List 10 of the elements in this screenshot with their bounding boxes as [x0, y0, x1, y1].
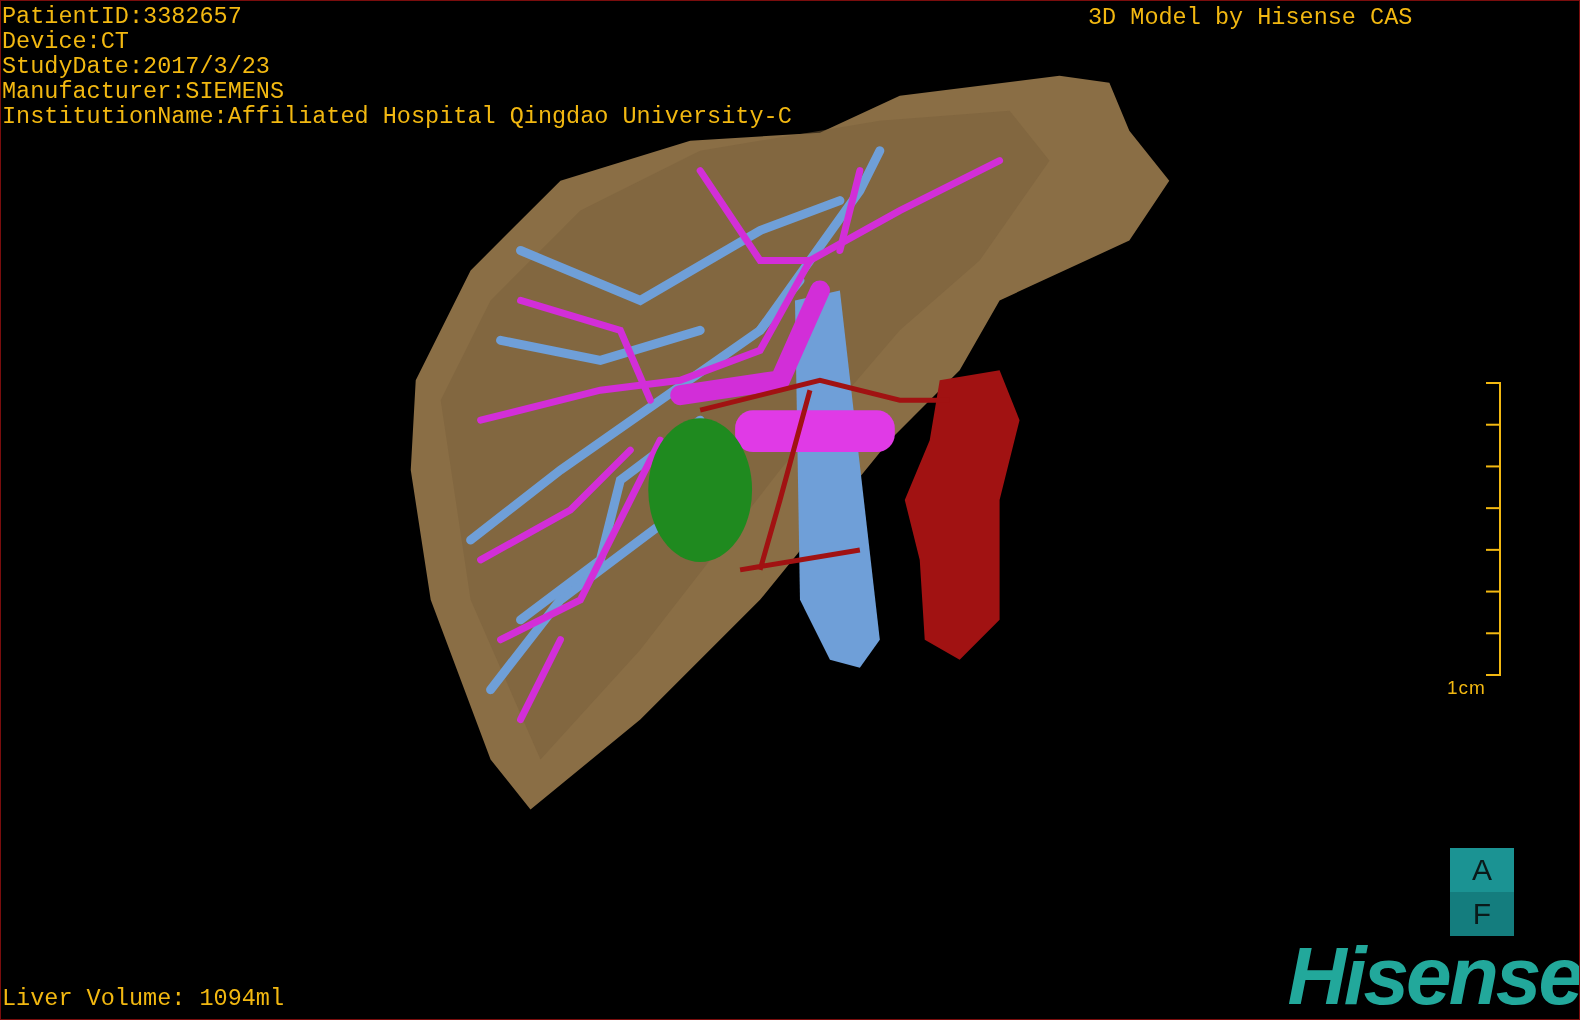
patient-info-text: StudyDate:2017/3/23 [2, 54, 270, 79]
patient-info-text: InstitutionName:Affiliated Hospital Qingdao University-C [2, 104, 792, 129]
liver-volume-text: Liver Volume: 1094ml [2, 986, 285, 1011]
orientation-cube-face[interactable]: F [1450, 892, 1514, 936]
patient-info-text: Manufacturer:SIEMENS [2, 79, 285, 104]
scale-label: 1cm [1447, 677, 1486, 699]
patient-info-text: PatientID:3382657 [2, 4, 242, 29]
orientation-cube-face[interactable]: A [1450, 848, 1514, 892]
patient-info-text: Device:CT [2, 29, 129, 54]
viewer-title: 3D Model by Hisense CAS [1088, 5, 1413, 30]
